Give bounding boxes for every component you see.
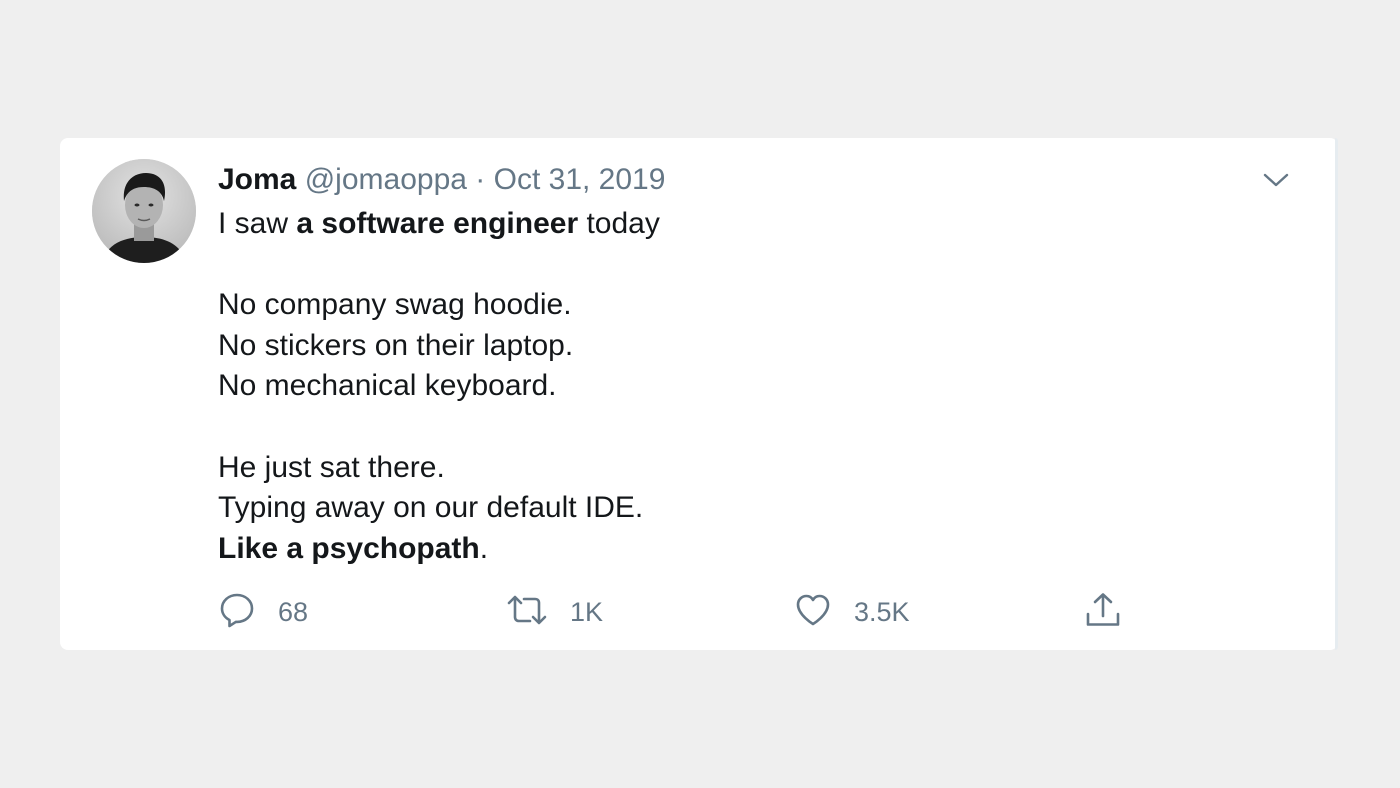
avatar-image	[92, 159, 196, 263]
tweet-line-2: No company swag hoodie.	[218, 288, 572, 322]
tweet-line-1-pre: I saw	[218, 207, 297, 240]
tweet-line-3: No stickers on their laptop.	[218, 328, 574, 362]
share-icon	[1084, 591, 1122, 634]
card-edge	[1335, 138, 1338, 650]
tweet-header: Joma @jomaoppa · Oct 31, 2019	[218, 160, 1218, 200]
retweet-count: 1K	[570, 596, 604, 627]
tweet-line-4: No mechanical keyboard.	[218, 369, 557, 403]
tweet-line-7-bold: Like a psychopath	[218, 531, 480, 565]
tweet-line-5: He just sat there.	[218, 450, 445, 484]
tweet-card[interactable]: Joma @jomaoppa · Oct 31, 2019 I saw a so…	[60, 138, 1338, 650]
reply-icon	[218, 591, 256, 634]
like-button[interactable]: 3.5K	[794, 590, 910, 634]
tweet-actions: 68 1K 3.5K	[218, 590, 1178, 634]
share-button[interactable]	[1084, 590, 1122, 634]
tweet-line: Like a psychopath.	[218, 529, 1218, 570]
author-name[interactable]: Joma	[218, 163, 296, 196]
tweet-line-7-post: .	[479, 531, 489, 565]
tweet-body: I saw a software engineer today No compa…	[218, 204, 1218, 569]
reply-button[interactable]: 68	[218, 590, 308, 634]
chevron-down-icon[interactable]	[1262, 166, 1290, 194]
tweet-line-1-bold: a software engineer	[296, 207, 579, 240]
tweet-content: Joma @jomaoppa · Oct 31, 2019 I saw a so…	[218, 160, 1218, 569]
reply-count: 68	[278, 596, 309, 627]
retweet-icon	[506, 591, 548, 634]
tweet-line: I saw a software engineer today	[218, 204, 1218, 245]
avatar[interactable]	[92, 159, 196, 263]
tweet-line-1-post: today	[578, 207, 660, 240]
like-count: 3.5K	[854, 596, 910, 627]
tweet-line-6: Typing away on our default IDE.	[218, 491, 644, 525]
author-handle[interactable]: @jomaoppa	[305, 163, 467, 196]
tweet-date[interactable]: Oct 31, 2019	[494, 163, 666, 196]
header-separator: ·	[475, 163, 486, 196]
heart-icon	[794, 591, 832, 634]
retweet-button[interactable]: 1K	[506, 590, 603, 634]
